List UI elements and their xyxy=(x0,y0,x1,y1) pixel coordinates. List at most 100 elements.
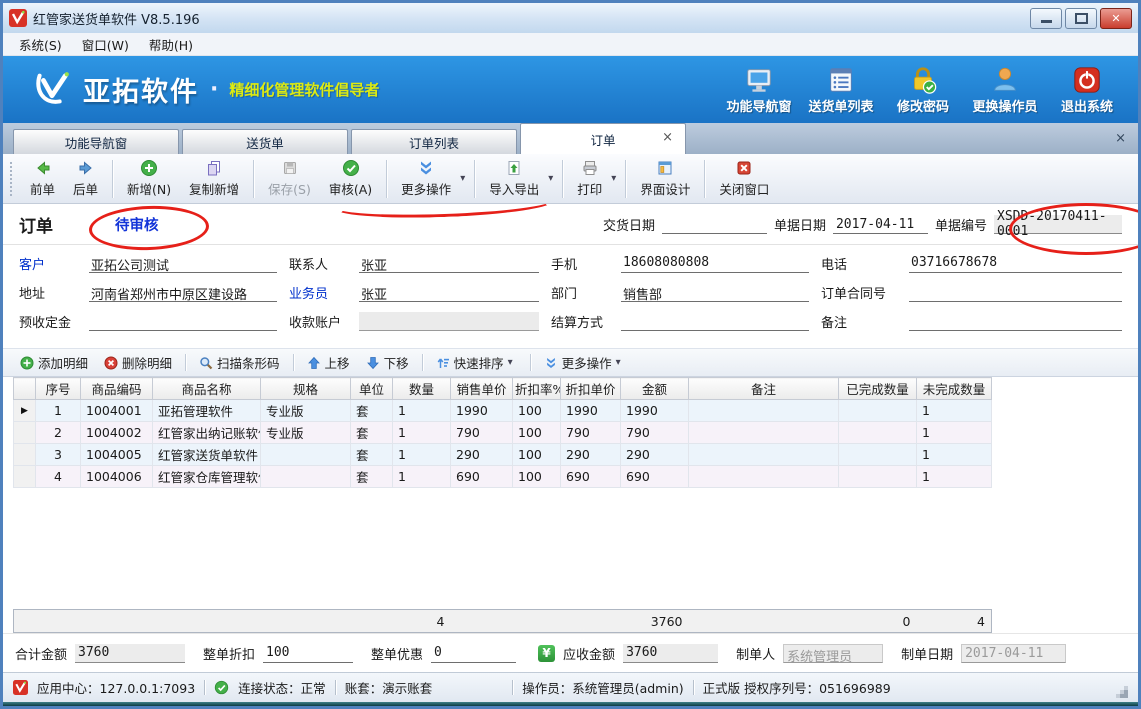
move-down-button[interactable]: 下移 xyxy=(359,351,416,374)
new-button[interactable]: 新增(N) xyxy=(118,156,180,201)
tab-delivery-order[interactable]: 送货单 xyxy=(182,129,348,154)
more-actions-button[interactable]: 更多操作 xyxy=(392,156,460,201)
grid-cell[interactable]: 1 xyxy=(36,400,81,422)
grid-cell[interactable] xyxy=(839,466,917,488)
nav-delivery-list[interactable]: 送货单列表 xyxy=(808,65,874,115)
grid-cell[interactable]: 1 xyxy=(917,400,992,422)
table-row[interactable]: 4 1004006 红管家仓库管理软件 套 1 690 100 690 690 … xyxy=(14,466,992,488)
tab-order[interactable]: 订单 × xyxy=(520,123,686,154)
customer-label[interactable]: 客户 xyxy=(19,254,81,273)
col-unit[interactable]: 单位 xyxy=(351,378,393,400)
grid-cell[interactable] xyxy=(689,400,839,422)
print-button[interactable]: 打印 xyxy=(568,156,611,201)
grid-cell[interactable]: 1004001 xyxy=(81,400,153,422)
grid-cell[interactable]: 套 xyxy=(351,444,393,466)
address-field[interactable]: 河南省郑州市中原区建设路 xyxy=(89,283,277,302)
grid-cell[interactable]: 790 xyxy=(451,422,513,444)
tabstrip-close-icon[interactable]: × xyxy=(1111,131,1130,154)
grid-cell[interactable] xyxy=(261,466,351,488)
grid-cell[interactable]: 790 xyxy=(561,422,621,444)
grid-cell[interactable]: 790 xyxy=(621,422,689,444)
grid-cell[interactable]: 红管家送货单软件 xyxy=(153,444,261,466)
col-discount-rate[interactable]: 折扣率% xyxy=(513,378,561,400)
grid-cell[interactable]: 1 xyxy=(393,400,451,422)
dropdown-arrow-icon[interactable]: ▾ xyxy=(460,173,465,184)
mobile-field[interactable]: 18608080808 xyxy=(621,254,809,273)
customer-field[interactable]: 亚拓公司测试 xyxy=(89,254,277,273)
dropdown-arrow-icon[interactable]: ▾ xyxy=(548,173,553,184)
grid-cell[interactable]: 红管家仓库管理软件 xyxy=(153,466,261,488)
contract-no-field[interactable] xyxy=(909,283,1122,302)
grid-cell[interactable] xyxy=(839,422,917,444)
quick-sort-button[interactable]: 快速排序 ▾ xyxy=(429,351,524,374)
delivery-date-field[interactable] xyxy=(662,215,767,234)
grid-cell[interactable] xyxy=(689,466,839,488)
grid-cell[interactable]: 100 xyxy=(513,422,561,444)
col-remark[interactable]: 备注 xyxy=(689,378,839,400)
grid-cell[interactable]: 3 xyxy=(36,444,81,466)
tab-order-list[interactable]: 订单列表 xyxy=(351,129,517,154)
contact-field[interactable]: 张亚 xyxy=(359,254,539,273)
next-doc-button[interactable]: 后单 xyxy=(64,156,107,201)
discount-field[interactable]: 100 xyxy=(263,644,353,663)
grid-cell[interactable] xyxy=(689,422,839,444)
save-button[interactable]: 保存(S) xyxy=(259,156,320,201)
add-detail-button[interactable]: 添加明细 xyxy=(13,351,95,374)
salesman-field[interactable]: 张亚 xyxy=(359,283,539,302)
grid-cell[interactable]: 1 xyxy=(393,466,451,488)
col-seq[interactable]: 序号 xyxy=(36,378,81,400)
nav-function-panel[interactable]: 功能导航窗 xyxy=(726,65,792,115)
minimize-button[interactable] xyxy=(1030,8,1062,29)
grid-cell[interactable]: 690 xyxy=(561,466,621,488)
grid-cell[interactable]: 2 xyxy=(36,422,81,444)
table-row[interactable]: 2 1004002 红管家出纳记账软件 专业版 套 1 790 100 790 … xyxy=(14,422,992,444)
nav-switch-operator[interactable]: 更换操作员 xyxy=(972,65,1038,115)
nav-change-password[interactable]: 修改密码 xyxy=(890,65,956,115)
grid-cell[interactable]: 红管家出纳记账软件 xyxy=(153,422,261,444)
grid-cell[interactable]: 290 xyxy=(451,444,513,466)
prev-doc-button[interactable]: 前单 xyxy=(21,156,64,201)
col-spec[interactable]: 规格 xyxy=(261,378,351,400)
maximize-button[interactable] xyxy=(1065,8,1097,29)
settlement-field[interactable] xyxy=(621,312,809,331)
menu-item-window[interactable]: 窗口(W) xyxy=(72,33,139,56)
resize-grip[interactable] xyxy=(1124,694,1128,698)
grid-cell[interactable]: 690 xyxy=(451,466,513,488)
ui-design-button[interactable]: 界面设计 xyxy=(631,156,699,201)
doc-date-field[interactable]: 2017-04-11 xyxy=(833,215,928,234)
menu-item-help[interactable]: 帮助(H) xyxy=(139,33,203,56)
col-sale-price[interactable]: 销售单价 xyxy=(451,378,513,400)
grid-cell[interactable]: 290 xyxy=(561,444,621,466)
scan-barcode-button[interactable]: 扫描条形码 xyxy=(192,351,287,374)
delete-detail-button[interactable]: 删除明细 xyxy=(97,351,179,374)
grid-cell[interactable]: 100 xyxy=(513,400,561,422)
dropdown-arrow-icon[interactable]: ▾ xyxy=(611,173,616,184)
grid-cell[interactable]: 690 xyxy=(621,466,689,488)
grid-cell[interactable]: 1 xyxy=(393,422,451,444)
grid-cell[interactable]: 1 xyxy=(917,444,992,466)
grid-cell[interactable]: 1990 xyxy=(621,400,689,422)
table-row[interactable]: ▶ 1 1004001 亚拓管理软件 专业版 套 1 1990 100 1990… xyxy=(14,400,992,422)
grid-cell[interactable]: 1004002 xyxy=(81,422,153,444)
grid-cell[interactable]: 100 xyxy=(513,466,561,488)
tab-close-icon[interactable]: × xyxy=(662,131,673,144)
col-completed-qty[interactable]: 已完成数量 xyxy=(839,378,917,400)
close-window-button[interactable]: 关闭窗口 xyxy=(710,156,778,201)
grid-cell[interactable]: 专业版 xyxy=(261,400,351,422)
grid-cell[interactable]: 1004005 xyxy=(81,444,153,466)
salesman-label[interactable]: 业务员 xyxy=(289,283,351,302)
grid-cell[interactable]: 1990 xyxy=(561,400,621,422)
table-row[interactable]: 3 1004005 红管家送货单软件 套 1 290 100 290 290 1 xyxy=(14,444,992,466)
col-product-name[interactable]: 商品名称 xyxy=(153,378,261,400)
menu-item-system[interactable]: 系统(S) xyxy=(9,33,72,56)
col-product-code[interactable]: 商品编码 xyxy=(81,378,153,400)
col-amount[interactable]: 金额 xyxy=(621,378,689,400)
grid-cell[interactable] xyxy=(689,444,839,466)
phone-field[interactable]: 03716678678 xyxy=(909,254,1122,273)
row-selector[interactable] xyxy=(14,422,36,444)
grid-cell[interactable]: 套 xyxy=(351,422,393,444)
grid-cell[interactable]: 套 xyxy=(351,400,393,422)
nav-exit-system[interactable]: 退出系统 xyxy=(1054,65,1120,115)
grid-cell[interactable]: 100 xyxy=(513,444,561,466)
promo-field[interactable]: 0 xyxy=(431,644,516,663)
